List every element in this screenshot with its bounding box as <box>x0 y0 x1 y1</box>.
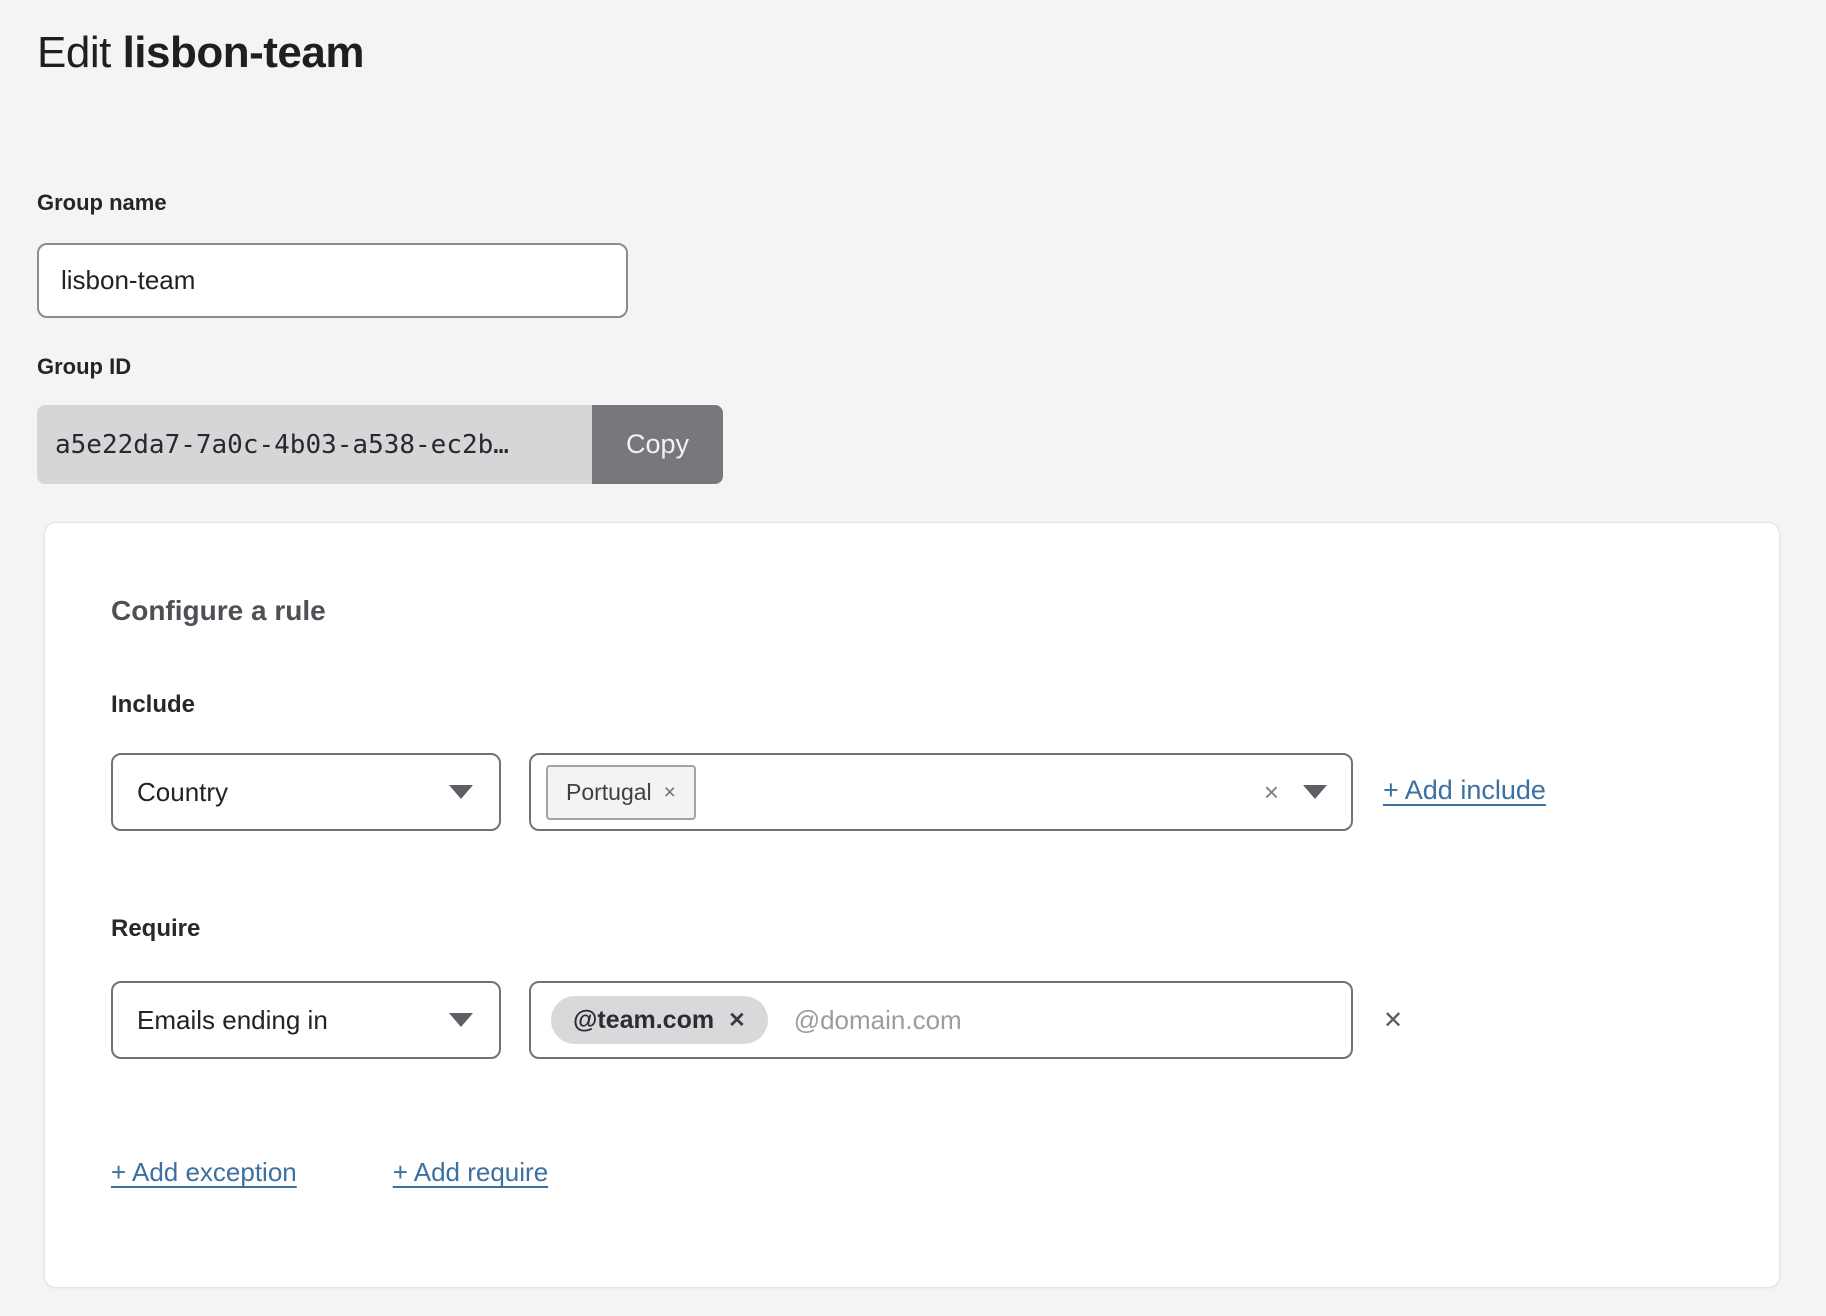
require-tag-team-com: @team.com ✕ <box>551 996 768 1044</box>
chevron-down-icon <box>449 1013 473 1027</box>
remove-require-rule-icon[interactable]: ✕ <box>1375 981 1411 1059</box>
group-name-input[interactable] <box>37 243 628 318</box>
chevron-down-icon <box>1303 785 1327 799</box>
include-selector-dropdown[interactable]: Country <box>111 753 501 831</box>
page-title: Edit lisbon-team <box>37 28 364 78</box>
page-title-group-name: lisbon-team <box>123 28 364 77</box>
require-domain-input[interactable] <box>794 990 1331 1050</box>
require-selector-dropdown[interactable]: Emails ending in <box>111 981 501 1059</box>
configure-rule-card: Configure a rule Include Country Portuga… <box>44 522 1780 1288</box>
include-value-multiselect[interactable]: Portugal × × <box>529 753 1353 831</box>
group-id-label: Group ID <box>37 354 131 380</box>
add-exception-link[interactable]: + Add exception <box>111 1157 297 1188</box>
page-title-prefix: Edit <box>37 28 111 77</box>
remove-tag-icon[interactable]: ✕ <box>728 1010 746 1031</box>
group-id-value: a5e22da7-7a0c-4b03-a538-ec2b… <box>37 405 592 484</box>
include-selector-value: Country <box>137 777 228 808</box>
card-heading: Configure a rule <box>111 595 326 627</box>
include-tag-portugal: Portugal × <box>546 765 696 820</box>
group-id-field: a5e22da7-7a0c-4b03-a538-ec2b… Copy <box>37 405 723 484</box>
require-tag-label: @team.com <box>573 1006 714 1035</box>
include-section-label: Include <box>111 691 195 719</box>
clear-selection-icon[interactable]: × <box>1264 779 1279 805</box>
copy-group-id-button[interactable]: Copy <box>592 405 723 484</box>
chevron-down-icon <box>449 785 473 799</box>
require-value-tag-input[interactable]: @team.com ✕ <box>529 981 1353 1059</box>
add-include-link[interactable]: + Add include <box>1383 775 1546 806</box>
include-tag-label: Portugal <box>566 779 652 806</box>
group-name-label: Group name <box>37 190 167 216</box>
add-require-link[interactable]: + Add require <box>393 1157 548 1188</box>
remove-tag-icon[interactable]: × <box>664 782 676 803</box>
rule-footer-links: + Add exception + Add require <box>111 1157 548 1188</box>
require-selector-value: Emails ending in <box>137 1005 328 1036</box>
require-section-label: Require <box>111 915 200 943</box>
